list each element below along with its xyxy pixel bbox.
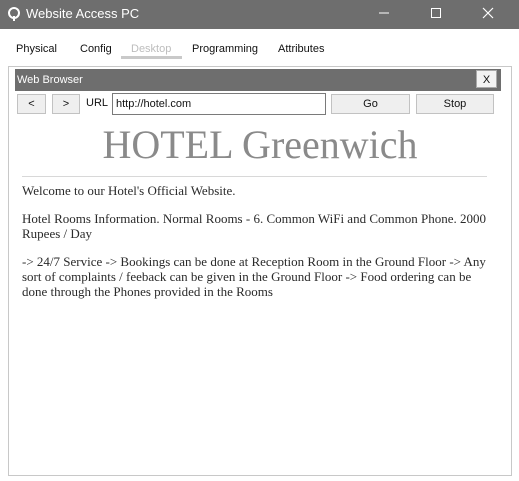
tab-config[interactable]: Config: [80, 38, 112, 60]
minimize-icon: [378, 6, 390, 24]
pc-icon: [6, 6, 22, 22]
active-tab-indicator: [121, 56, 182, 59]
tab-physical[interactable]: Physical: [16, 38, 57, 60]
back-button[interactable]: <: [17, 94, 46, 114]
close-button[interactable]: [465, 0, 511, 29]
heading-divider: [22, 176, 487, 177]
window-title: Website Access PC: [26, 6, 140, 21]
web-browser-header: Web Browser X: [15, 69, 501, 91]
app-window: Website Access PC Physical Config Deskto…: [0, 0, 519, 481]
rooms-info-paragraph: Hotel Rooms Information. Normal Rooms - …: [22, 211, 486, 241]
maximize-icon: [430, 6, 442, 24]
browser-close-button[interactable]: X: [476, 70, 497, 88]
title-bar[interactable]: Website Access PC: [0, 0, 519, 29]
page-content: Welcome to our Hotel's Official Website.…: [22, 183, 497, 312]
go-button[interactable]: Go: [331, 94, 410, 114]
web-browser-title: Web Browser: [17, 74, 83, 86]
minimize-button[interactable]: [361, 0, 407, 29]
tab-programming[interactable]: Programming: [192, 38, 258, 60]
web-browser-panel: Web Browser X < > URL Go Stop HOTEL Gree…: [8, 66, 512, 476]
stop-button[interactable]: Stop: [416, 94, 494, 114]
tab-attributes[interactable]: Attributes: [278, 38, 324, 60]
welcome-paragraph: Welcome to our Hotel's Official Website.: [22, 183, 236, 198]
services-paragraph: -> 24/7 Service -> Bookings can be done …: [22, 254, 486, 299]
forward-button[interactable]: >: [52, 94, 80, 114]
close-icon: [482, 6, 494, 24]
url-input[interactable]: [112, 93, 326, 115]
page-heading: HOTEL Greenwich: [102, 122, 418, 167]
maximize-button[interactable]: [413, 0, 459, 29]
url-label: URL: [86, 97, 109, 109]
